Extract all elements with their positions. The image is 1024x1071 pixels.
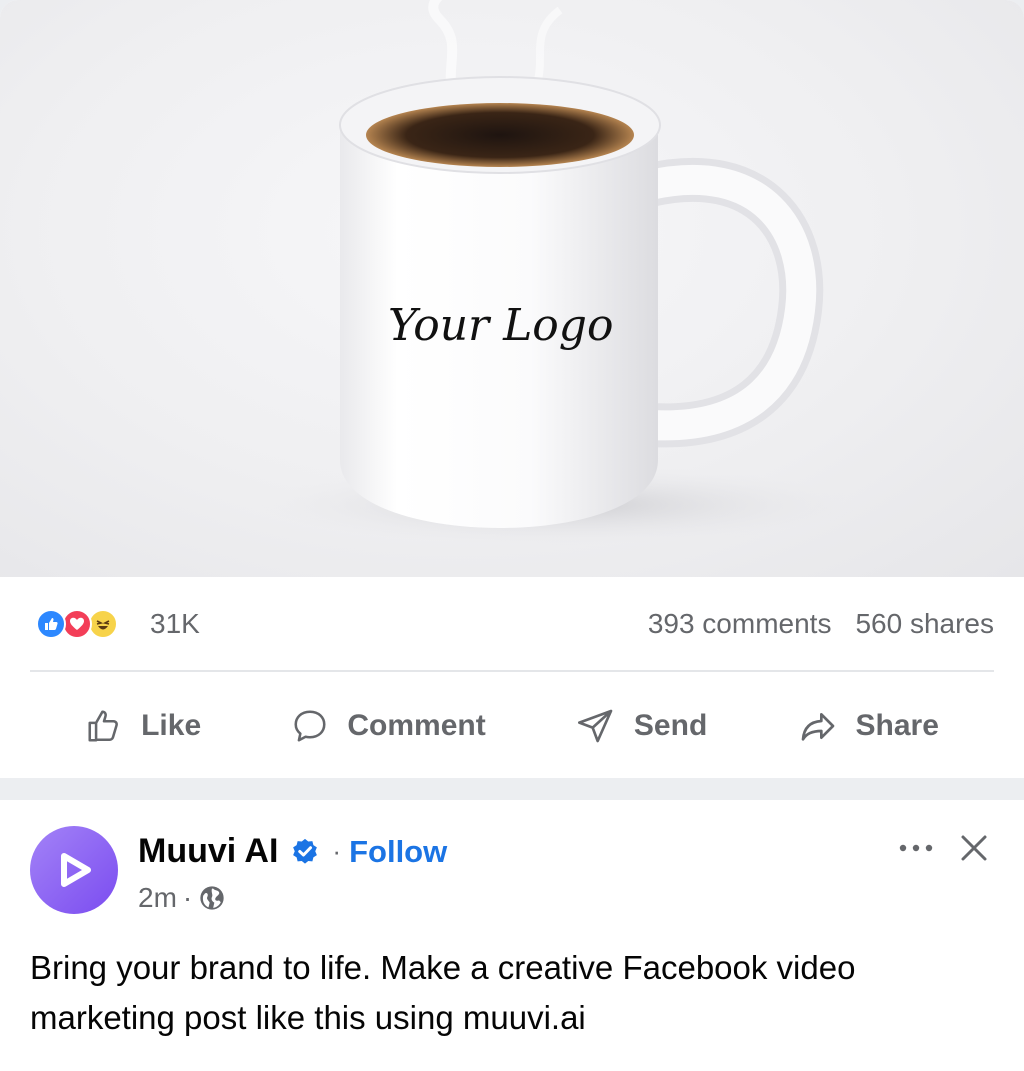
post-image[interactable]: Your Logo: [0, 0, 1024, 577]
coffee-mug-illustration: Your Logo: [260, 0, 860, 545]
comment-label: Comment: [347, 709, 486, 742]
thumbs-up-icon: [85, 707, 123, 745]
verified-badge-icon: [293, 838, 318, 864]
follow-button[interactable]: Follow: [349, 834, 447, 870]
reactions-summary[interactable]: 31K: [36, 608, 200, 640]
more-dots-icon: [899, 844, 933, 852]
post-timestamp[interactable]: 2m: [138, 882, 177, 914]
post-stats-bar: 31K 393 comments 560 shares: [36, 600, 994, 648]
like-reaction-icon: [36, 609, 66, 639]
shares-count-link[interactable]: 560 shares: [855, 608, 994, 640]
engagement-counts: 393 comments 560 shares: [648, 608, 994, 640]
like-button[interactable]: Like: [85, 707, 201, 745]
share-button[interactable]: Share: [798, 706, 939, 746]
paper-plane-icon: [576, 706, 616, 746]
send-button[interactable]: Send: [576, 706, 707, 746]
comment-button[interactable]: Comment: [291, 707, 486, 745]
post-meta: 2m ·: [138, 882, 226, 914]
globe-icon: [200, 886, 224, 910]
header-separator: ·: [332, 836, 342, 866]
page-name-link[interactable]: Muuvi AI: [138, 832, 278, 871]
post-header: Muuvi AI · Follow: [138, 832, 447, 871]
post-body-text: Bring your brand to life. Make a creativ…: [30, 949, 856, 1036]
send-label: Send: [633, 709, 708, 742]
love-reaction-icon: [62, 609, 92, 639]
mug-logo-text: Your Logo: [388, 300, 613, 351]
share-arrow-icon: [798, 706, 838, 746]
haha-reaction-icon: [88, 609, 118, 639]
close-icon: [961, 835, 987, 861]
like-label: Like: [141, 709, 202, 742]
hide-post-button[interactable]: [956, 830, 992, 866]
post-card: Muuvi AI · Follow 2m · Bring your brand …: [0, 800, 1024, 1071]
page-avatar[interactable]: [30, 826, 118, 914]
post-action-bar: Like Comment Send Share: [0, 690, 1024, 762]
meta-separator: ·: [182, 882, 193, 913]
comments-count-link[interactable]: 393 comments: [648, 608, 832, 640]
share-label: Share: [855, 709, 939, 742]
post-media-card: Your Logo 31K 393 comments 560 shares Li…: [0, 0, 1024, 778]
play-logo-icon: [61, 853, 91, 887]
stats-divider: [30, 670, 994, 672]
more-options-button[interactable]: [896, 836, 936, 860]
comment-bubble-icon: [291, 707, 329, 745]
reaction-count: 31K: [150, 608, 200, 639]
